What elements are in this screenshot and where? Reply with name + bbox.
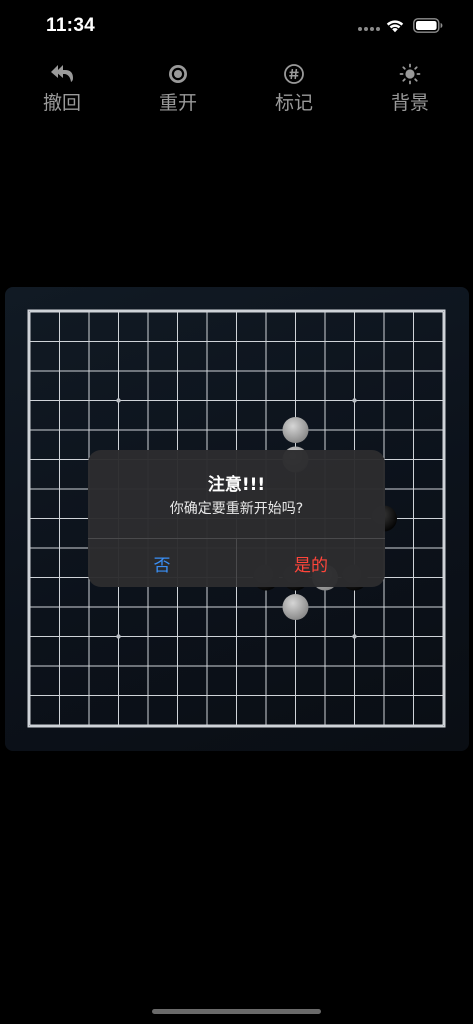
signal-dots-icon — [358, 27, 380, 31]
dialog-no-button[interactable]: 否 — [88, 539, 236, 587]
mark-button[interactable]: 标记 — [254, 62, 334, 118]
status-bar: 11:34 — [0, 0, 473, 52]
battery-icon — [413, 18, 443, 33]
star-point — [116, 634, 121, 639]
star-point — [116, 398, 121, 403]
star-point — [352, 634, 357, 639]
star-point — [352, 398, 357, 403]
status-time: 11:34 — [46, 15, 96, 36]
dialog-yes-button[interactable]: 是的 — [237, 539, 385, 587]
restart-button[interactable]: 重开 — [138, 62, 218, 118]
home-indicator[interactable] — [152, 1009, 321, 1014]
background-label: 背景 — [390, 92, 429, 114]
white-stone — [282, 417, 309, 443]
dialog-message: 你确定要重新开始吗? — [169, 501, 304, 517]
undo-label: 撤回 — [42, 92, 81, 114]
undo-button[interactable]: 撤回 — [22, 62, 102, 118]
wifi-icon — [386, 20, 404, 33]
restart-icon — [169, 65, 187, 83]
restart-confirm-dialog: 注意!!! 你确定要重新开始吗? 否 是的 — [88, 450, 385, 587]
white-stone — [282, 594, 309, 620]
mark-label: 标记 — [274, 92, 313, 114]
restart-label: 重开 — [158, 92, 197, 114]
mark-icon — [284, 64, 304, 84]
undo-icon — [51, 65, 73, 82]
toolbar: 撤回 重开 标记 背景 — [0, 62, 473, 118]
background-button[interactable]: 背景 — [370, 62, 450, 118]
app-screen: 11:34 撤回 重开 标记 背景 注意!!! 你确定要重新开始吗? 否 是的 — [0, 0, 473, 1024]
dialog-title: 注意!!! — [207, 475, 266, 495]
background-icon — [399, 63, 421, 85]
